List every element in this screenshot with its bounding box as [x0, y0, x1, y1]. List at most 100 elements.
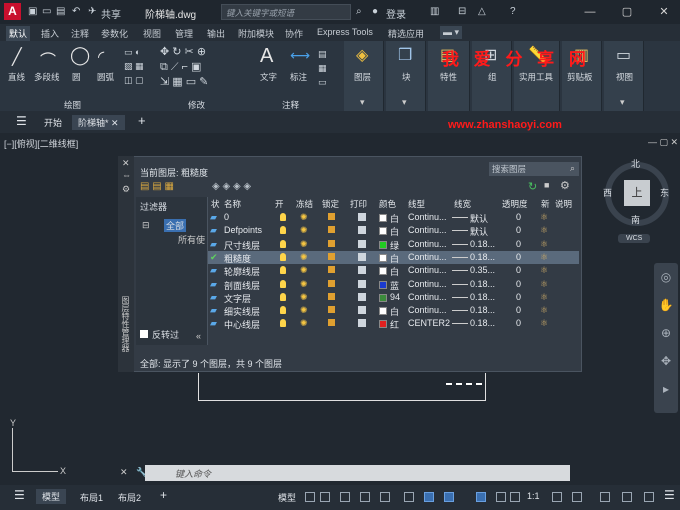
layer-on-icon[interactable] [280, 266, 286, 275]
layer-name[interactable]: 粗糙度 [224, 252, 251, 265]
layer-row[interactable]: ▰ 尺寸线层 ✺ 绿 Continu... 0.18... 0 ⚛ [208, 238, 579, 251]
layer-name[interactable]: 细实线层 [224, 305, 260, 318]
col-lock[interactable]: 锁定 [322, 198, 339, 210]
layer-on-icon[interactable] [280, 239, 286, 248]
share-button[interactable]: 共享 [101, 6, 121, 21]
layer-color-name[interactable]: 绿 [390, 239, 399, 252]
layer-color-name[interactable]: 白 [390, 305, 399, 318]
layer-row[interactable]: ✔ 粗糙度 ✺ 白 Continu... 0.18... 0 ⚛ [208, 250, 579, 265]
settings-icon[interactable] [552, 492, 562, 502]
polar-icon[interactable] [360, 492, 370, 502]
layer-linetype[interactable]: Continu... [408, 239, 447, 249]
layer-on-icon[interactable] [280, 306, 286, 315]
layer-name[interactable]: 剖面线层 [224, 279, 260, 292]
new-tab-icon[interactable]: + [132, 112, 152, 129]
customize-menu-icon[interactable]: ☰ [664, 488, 675, 502]
layer-plot-icon[interactable] [358, 252, 366, 261]
isodraft-icon[interactable] [380, 492, 390, 502]
search-icon[interactable]: ⌕ [356, 6, 362, 17]
tab-express-tools[interactable]: Express Tools [314, 26, 376, 38]
layer-color-swatch[interactable] [379, 267, 387, 276]
selection-cycling-icon[interactable] [476, 492, 486, 502]
layer-thaw-icon[interactable]: ✺ [300, 265, 308, 276]
layer-name[interactable]: 文字层 [224, 292, 251, 305]
col-status[interactable]: 状 [211, 198, 220, 210]
layer-color-swatch[interactable] [379, 307, 387, 316]
layer-plot-icon[interactable] [358, 292, 366, 301]
layer-linetype[interactable]: Continu... [408, 212, 447, 222]
tab-parametric[interactable]: 参数化 [98, 26, 131, 41]
new-vp-freeze-icon[interactable]: ⚛ [540, 318, 548, 329]
annotate-panel-title[interactable]: 注释 [282, 99, 299, 111]
layer-linetype[interactable]: Continu... [408, 225, 447, 235]
layer-plot-icon[interactable] [358, 319, 366, 328]
dimension-button[interactable]: 标注 [290, 71, 307, 83]
close-icon[interactable]: ✕ [111, 118, 119, 128]
new-layout-icon[interactable]: + [160, 488, 167, 502]
layer-thaw-icon[interactable]: ✺ [300, 279, 308, 290]
compass-east[interactable]: 东 [660, 186, 669, 199]
layer-color-swatch[interactable] [379, 253, 387, 262]
layer-on-icon[interactable] [280, 252, 286, 261]
new-vp-freeze-icon[interactable]: ⚛ [540, 292, 548, 303]
undo-icon[interactable]: ↶ [72, 6, 80, 17]
layer-unlock-icon[interactable] [328, 319, 335, 327]
layer-color-swatch[interactable] [379, 293, 387, 302]
clean-screen-icon[interactable] [644, 492, 654, 502]
tab-layout1[interactable]: 布局1 [80, 491, 103, 504]
filter-toolbar-icons[interactable]: ▤ ▤ ▦ [140, 181, 174, 192]
layer-transparency[interactable]: 0 [516, 265, 521, 275]
layer-lineweight[interactable]: 默认 [470, 225, 488, 238]
layer-linetype[interactable]: Continu... [408, 305, 447, 315]
layer-on-icon[interactable] [280, 226, 286, 235]
col-color[interactable]: 颜色 [379, 198, 396, 210]
layer-color-name[interactable]: 白 [390, 225, 399, 238]
layer-on-icon[interactable] [280, 292, 286, 301]
layer-on-icon[interactable] [280, 319, 286, 328]
layer-lineweight[interactable]: 0.18... [470, 305, 495, 315]
layer-row[interactable]: ▰ 文字层 ✺ 94 Continu... 0.18... 0 ⚛ [208, 291, 579, 304]
layer-color-swatch[interactable] [379, 240, 387, 249]
layer-thaw-icon[interactable]: ✺ [300, 212, 308, 223]
open-folder-icon[interactable]: ▤ [56, 6, 65, 17]
layer-row[interactable]: ▰ Defpoints ✺ 白 Continu... 默认 0 ⚛ [208, 224, 579, 237]
layer-linetype[interactable]: Continu... [408, 252, 447, 262]
view-group[interactable]: ▭ 视图 ▾ [604, 41, 644, 111]
col-on[interactable]: 开 [275, 198, 284, 210]
ortho-icon[interactable] [340, 492, 350, 502]
layer-linetype[interactable]: Continu... [408, 292, 447, 302]
layer-transparency[interactable]: 0 [516, 279, 521, 289]
layer-color-name[interactable]: 白 [390, 252, 399, 265]
settings-icon[interactable]: ⚙ [122, 184, 130, 195]
text-button[interactable]: 文字 [260, 71, 277, 83]
arc-button[interactable]: 圆弧 [97, 71, 114, 83]
compass-south[interactable]: 南 [631, 213, 640, 226]
layer-plot-icon[interactable] [358, 306, 366, 315]
help-search-input[interactable]: 键入关键字或短语 [221, 4, 351, 20]
layer-color-name[interactable]: 蓝 [390, 279, 399, 292]
line-icon[interactable]: ╱ [12, 47, 22, 67]
layer-thaw-icon[interactable]: ✺ [300, 305, 308, 316]
tab-addins[interactable]: 附加模块 [235, 26, 277, 41]
navigation-bar[interactable]: ◎ ✋ ⊕ ✥ ▸ [654, 263, 678, 413]
layer-lineweight[interactable]: 0.18... [470, 318, 495, 328]
share-icon[interactable]: ✈ [88, 6, 96, 17]
layer-name[interactable]: 0 [224, 212, 229, 222]
filter-used[interactable]: 所有使 [178, 233, 205, 246]
annotation-visibility-icon[interactable] [496, 492, 506, 502]
layer-color-name[interactable]: 白 [390, 265, 399, 278]
layer-search-input[interactable]: 搜索图层 [489, 162, 579, 176]
snap-tracking-icon[interactable] [424, 492, 434, 502]
layer-lineweight[interactable]: 0.18... [470, 239, 495, 249]
layer-linetype[interactable]: Continu... [408, 265, 447, 275]
object-snap-icon[interactable] [404, 492, 414, 502]
maximize-button[interactable]: ▢ [619, 4, 635, 20]
viewport-window-icons[interactable]: — ▢ ✕ [648, 137, 678, 148]
layer-color-name[interactable]: 白 [390, 212, 399, 225]
layer-unlock-icon[interactable] [328, 279, 335, 287]
layer-transparency[interactable]: 0 [516, 239, 521, 249]
menu-icon[interactable]: ☰ [14, 488, 25, 502]
refresh-icon[interactable]: ↻ [528, 180, 537, 193]
cart-icon[interactable]: ▥ [430, 6, 439, 17]
layer-lineweight[interactable]: 0.18... [470, 292, 495, 302]
